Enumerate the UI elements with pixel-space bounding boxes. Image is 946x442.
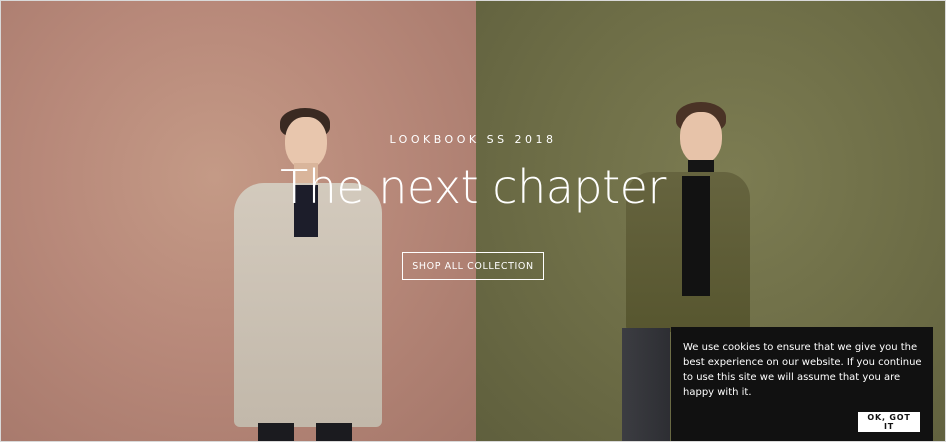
- cookie-accept-button[interactable]: OK, GOT IT: [858, 412, 920, 432]
- hero-eyebrow: LOOKBOOK SS 2018: [389, 133, 557, 146]
- hero-banner: LOOKBOOK SS 2018 The next chapter SHOP A…: [0, 0, 946, 442]
- cookie-message: We use cookies to ensure that we give yo…: [683, 342, 922, 398]
- cookie-banner: We use cookies to ensure that we give yo…: [671, 327, 933, 442]
- model-left-image: [228, 105, 388, 442]
- hero-headline: The next chapter: [280, 160, 666, 214]
- shop-all-collection-button[interactable]: SHOP ALL COLLECTION: [402, 252, 544, 280]
